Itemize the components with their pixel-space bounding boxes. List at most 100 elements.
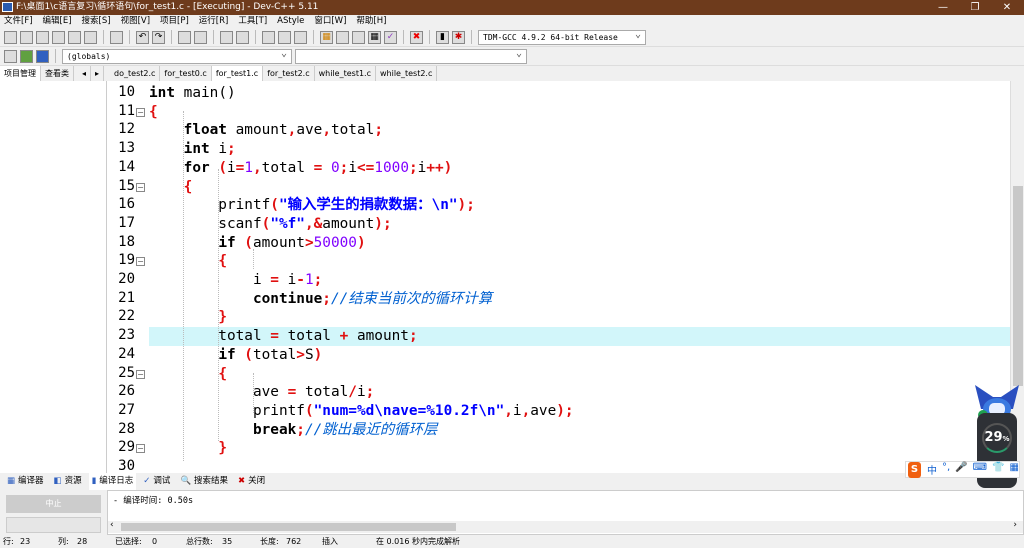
file-tab[interactable]: while_test1.c [315, 66, 376, 81]
fold-toggle-icon[interactable]: − [136, 444, 145, 454]
menu-item[interactable]: 工具[T] [238, 15, 267, 28]
bottom-tab[interactable]: ▮ 编译日志 [88, 473, 137, 490]
bottom-tab[interactable]: 🔍 搜索结果 [177, 473, 231, 490]
rebuild-icon[interactable]: ▦ [368, 30, 381, 44]
save-all-icon[interactable] [52, 30, 65, 44]
save-icon[interactable] [36, 30, 49, 44]
tab-scroll-left[interactable]: ◂ [78, 66, 92, 81]
code-line[interactable]: ave = total/i; [149, 383, 1010, 402]
code-token: amount [226, 122, 288, 139]
add-icon[interactable] [20, 49, 33, 63]
compile-log[interactable]: - 编译时间: 0.50s ‹ › [107, 490, 1024, 535]
code-line[interactable]: { [149, 103, 1010, 122]
unindent-icon[interactable] [236, 30, 249, 44]
menu-item[interactable]: 视图[V] [121, 15, 150, 28]
close-file-icon[interactable] [68, 30, 81, 44]
ime-item[interactable]: 🎤 [955, 462, 967, 477]
code-line[interactable]: { [149, 178, 1010, 197]
tab-project[interactable]: 项目管理 [0, 66, 41, 81]
compiler-select[interactable]: TDM-GCC 4.9.2 64-bit Release [478, 28, 646, 45]
abort-button[interactable]: 中止 [6, 495, 101, 513]
check-icon[interactable]: ✓ [384, 30, 397, 44]
indent-icon[interactable] [220, 30, 233, 44]
debug-icon[interactable]: ✱ [452, 30, 465, 44]
code-line[interactable]: { [149, 252, 1010, 271]
run-icon[interactable] [336, 30, 349, 44]
code-line[interactable]: if (total>S) [149, 346, 1010, 365]
bookmark-icon[interactable] [262, 30, 275, 44]
menu-item[interactable]: 项目[P] [160, 15, 189, 28]
menu-item[interactable]: 搜索[S] [82, 15, 111, 28]
compile-run-icon[interactable] [352, 30, 365, 44]
open-icon[interactable] [20, 30, 33, 44]
scroll-thumb[interactable] [1013, 186, 1023, 386]
menu-item[interactable]: 运行[R] [199, 15, 229, 28]
menu-item[interactable]: 窗口[W] [314, 15, 346, 28]
code-line[interactable]: int i; [149, 140, 1010, 159]
stop-icon[interactable]: ✖ [410, 30, 423, 44]
code-line[interactable]: printf("num=%d\nave=%10.2f\n",i,ave); [149, 402, 1010, 421]
code-line[interactable]: continue;//结束当前次的循环计算 [149, 290, 1010, 309]
compile-icon[interactable]: ▦ [320, 30, 333, 44]
find-icon[interactable] [178, 30, 191, 44]
redo-icon[interactable]: ↷ [152, 30, 165, 44]
menu-item[interactable]: 编辑[E] [43, 15, 72, 28]
print-icon[interactable] [110, 30, 123, 44]
code-line[interactable]: } [149, 308, 1010, 327]
scroll-thumb[interactable] [121, 523, 456, 531]
menu-item[interactable]: AStyle [277, 15, 304, 28]
bottom-tab[interactable]: ✖ 关闭 [235, 473, 268, 490]
fold-toggle-icon[interactable]: − [136, 369, 145, 379]
bottom-tab[interactable]: ▦ 编译器 [4, 473, 47, 490]
code-line[interactable]: for (i=1,total = 0;i<=1000;i++) [149, 159, 1010, 178]
goto-icon[interactable] [278, 30, 291, 44]
new-file-icon[interactable] [4, 30, 17, 44]
chart-icon[interactable]: ▮ [436, 30, 449, 44]
remove-icon[interactable] [36, 49, 49, 63]
code-line[interactable]: total = total + amount; [149, 327, 1010, 347]
ime-item[interactable]: °, [942, 462, 950, 477]
code-line[interactable] [149, 458, 1010, 473]
undo-icon[interactable]: ↶ [136, 30, 149, 44]
code-line[interactable]: i = i-1; [149, 271, 1010, 290]
code-token: i [226, 159, 236, 176]
tab-scroll-right[interactable]: ▸ [91, 66, 105, 81]
horizontal-scrollbar[interactable]: ‹ › [108, 520, 1023, 533]
code-line[interactable]: printf("输入学生的捐款数据：\n"); [149, 196, 1010, 215]
toggle-icon[interactable] [294, 30, 307, 44]
code-line[interactable]: if (amount>50000) [149, 234, 1010, 253]
symbol-select[interactable] [295, 47, 527, 64]
close-button[interactable]: ✕ [992, 0, 1022, 15]
code-line[interactable]: int main() [149, 84, 1010, 103]
ime-toolbar[interactable]: S 中 °, 🎤 ⌨ 👕 ▦ [905, 461, 1020, 478]
fold-toggle-icon[interactable]: − [136, 182, 145, 192]
code-line[interactable]: scanf("%f",&amount); [149, 215, 1010, 234]
code-line[interactable]: { [149, 365, 1010, 384]
file-tab[interactable]: while_test2.c [376, 66, 438, 81]
menu-item[interactable]: 帮助[H] [356, 15, 386, 28]
close-all-icon[interactable] [84, 30, 97, 44]
bottom-tab[interactable]: ◧ 资源 [51, 473, 85, 490]
file-tab[interactable]: for_test2.c [263, 66, 315, 81]
menu-item[interactable]: 文件[F] [4, 15, 33, 28]
project-icon[interactable] [4, 49, 17, 63]
minimize-button[interactable]: — [928, 0, 958, 15]
maximize-button[interactable]: ❐ [960, 0, 990, 15]
file-tab[interactable]: do_test2.c [110, 66, 161, 81]
file-tab[interactable]: for_test1.c [211, 66, 264, 81]
ime-item[interactable]: ▦ [1010, 462, 1019, 477]
code-line[interactable]: float amount,ave,total; [149, 121, 1010, 140]
code-line[interactable]: } [149, 439, 1010, 458]
fold-toggle-icon[interactable]: − [136, 257, 145, 267]
file-tab[interactable]: for_test0.c [160, 66, 212, 81]
replace-icon[interactable] [194, 30, 207, 44]
fold-toggle-icon[interactable]: − [136, 107, 145, 117]
scope-select[interactable]: (globals) [62, 47, 292, 64]
code-line[interactable]: break;//跳出最近的循环层 [149, 421, 1010, 440]
ime-item[interactable]: ⌨ [973, 462, 987, 477]
code-editor[interactable]: 10 11−12 13 14 15−16 17 18 19−20 21 22 23 24 25−26 27… [107, 81, 1010, 473]
bottom-tab[interactable]: ✓ 调试 [140, 473, 173, 490]
ime-item[interactable]: 中 [927, 462, 937, 477]
ime-item[interactable]: 👕 [992, 462, 1004, 477]
tab-classes[interactable]: 查看类 [41, 66, 74, 81]
